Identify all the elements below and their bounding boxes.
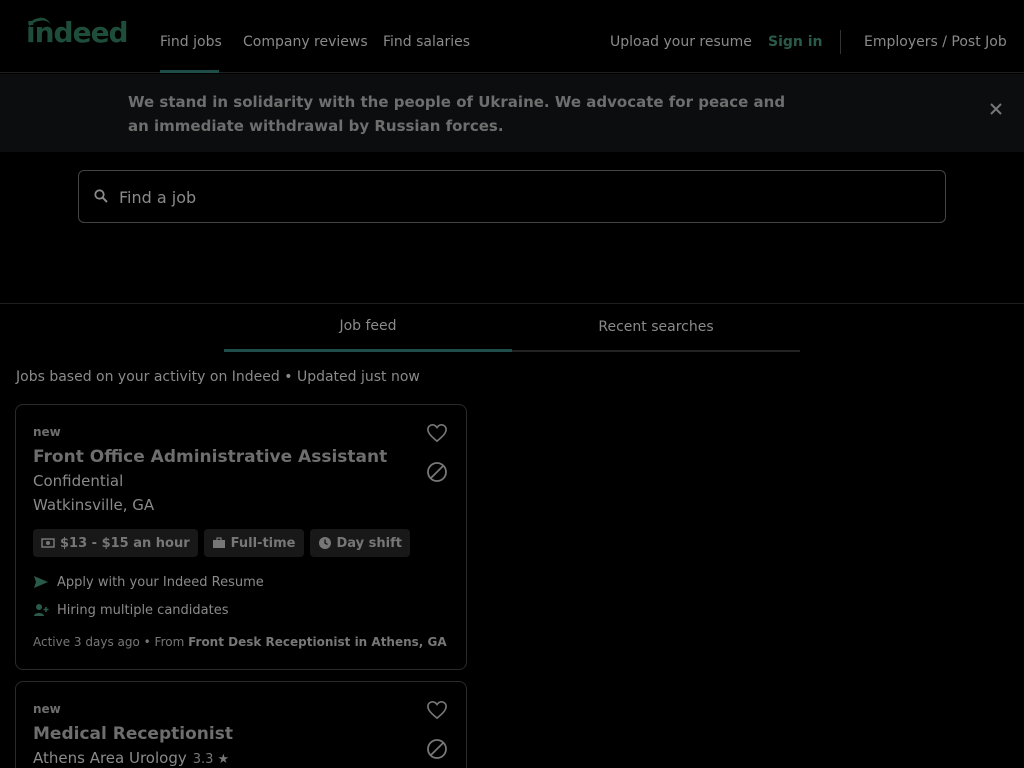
job-type-tag: Full-time: [203, 529, 304, 557]
salary-tag: $13 - $15 an hour: [33, 529, 198, 557]
job-search-box[interactable]: [78, 170, 946, 223]
hiring-multiple: Hiring multiple candidates: [33, 602, 229, 618]
job-activity-footer: Active 3 days ago • From Front Desk Rece…: [33, 635, 447, 649]
upload-resume-link[interactable]: Upload your resume: [610, 34, 752, 50]
company-name: Athens Area Urology 3.3 ★: [33, 749, 229, 767]
ukraine-banner: We stand in solidarity with the people o…: [0, 74, 1024, 152]
active-nav-indicator: [160, 70, 219, 73]
logo-text: indeed: [26, 16, 129, 49]
search-icon: [94, 189, 108, 203]
employers-post-job-link[interactable]: Employers / Post Job: [864, 34, 1007, 50]
new-badge: new: [33, 702, 61, 716]
hiring-label: Hiring multiple candidates: [57, 602, 229, 618]
close-icon[interactable]: [988, 102, 1004, 118]
tab-active-indicator: [224, 349, 512, 352]
company-rating: 3.3 ★: [192, 752, 230, 767]
shift-tag: Day shift: [309, 529, 410, 557]
job-location: Watkinsville, GA: [33, 496, 155, 514]
heart-icon[interactable]: [426, 423, 448, 443]
person-add-icon: [34, 604, 49, 616]
new-badge: new: [33, 425, 61, 439]
send-icon: [34, 576, 48, 588]
money-icon: [41, 538, 55, 548]
activity-text: Active 3 days ago • From: [33, 635, 189, 649]
job-card[interactable]: new Medical Receptionist Athens Area Uro…: [15, 681, 467, 768]
company-name: Confidential: [33, 472, 124, 490]
tab-recent-searches[interactable]: Recent searches: [512, 319, 800, 353]
not-interested-icon[interactable]: [426, 461, 448, 483]
header-divider: [840, 30, 841, 54]
banner-text: We stand in solidarity with the people o…: [128, 93, 786, 135]
source-search-link[interactable]: Front Desk Receptionist in Athens, GA: [188, 635, 447, 649]
briefcase-icon: [212, 537, 225, 548]
apply-label: Apply with your Indeed Resume: [57, 574, 264, 590]
salary-label: $13 - $15 an hour: [60, 535, 190, 551]
job-card[interactable]: new Front Office Administrative Assistan…: [15, 404, 467, 670]
job-tags: $13 - $15 an hour Full-time Day shift: [33, 529, 410, 557]
sign-in-link[interactable]: Sign in: [768, 34, 823, 50]
job-title[interactable]: Medical Receptionist: [33, 724, 233, 744]
nav-find-jobs[interactable]: Find jobs: [160, 34, 222, 50]
clock-icon: [318, 537, 331, 549]
nav-find-salaries[interactable]: Find salaries: [383, 34, 470, 50]
job-title[interactable]: Front Office Administrative Assistant: [33, 447, 387, 467]
not-interested-icon[interactable]: [426, 738, 448, 760]
top-navigation: indeed Find jobs Company reviews Find sa…: [0, 0, 1024, 73]
job-type-label: Full-time: [230, 535, 296, 551]
company-name-text: Athens Area Urology: [33, 749, 187, 767]
search-input[interactable]: [119, 184, 919, 210]
feed-info-text: Jobs based on your activity on Indeed • …: [16, 369, 420, 385]
section-divider: [0, 303, 1024, 304]
heart-icon[interactable]: [426, 700, 448, 720]
nav-company-reviews[interactable]: Company reviews: [243, 34, 368, 50]
tab-job-feed[interactable]: Job feed: [224, 318, 512, 352]
apply-with-resume: Apply with your Indeed Resume: [33, 574, 264, 590]
shift-label: Day shift: [336, 535, 402, 551]
